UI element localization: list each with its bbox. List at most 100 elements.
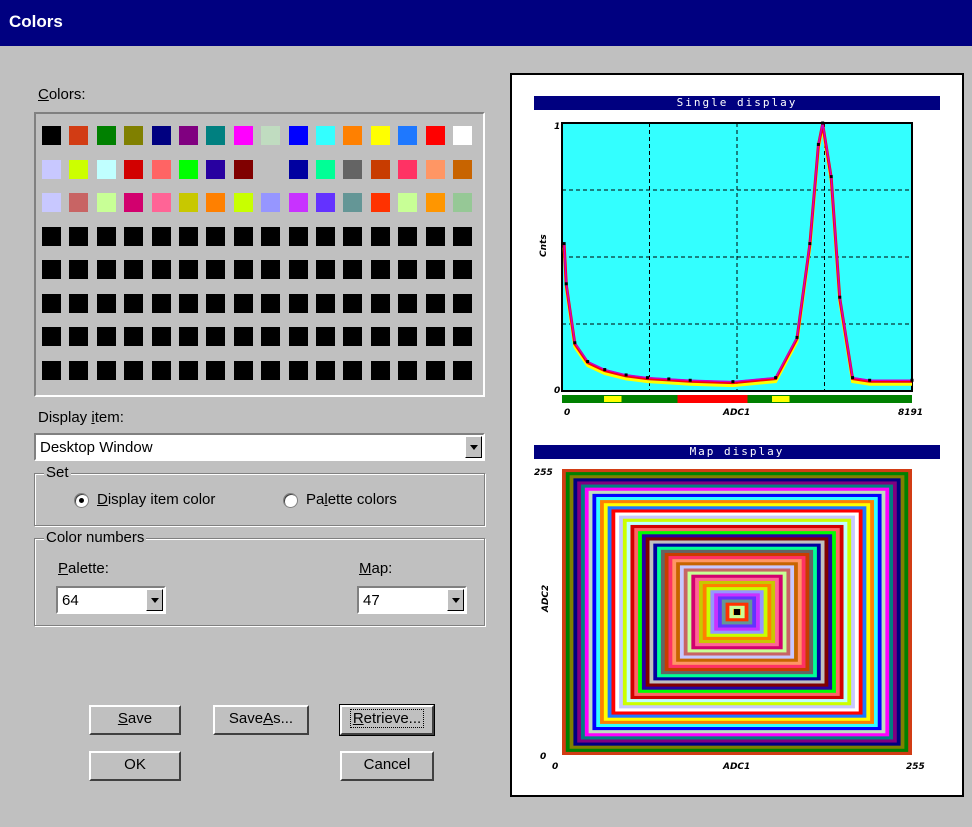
color-swatch[interactable] (233, 260, 253, 279)
color-swatch[interactable] (425, 260, 445, 279)
color-swatch[interactable] (453, 159, 472, 179)
color-swatch[interactable] (151, 193, 171, 212)
color-swatch[interactable] (69, 293, 89, 313)
color-swatch[interactable] (179, 159, 198, 179)
palette-colors-radio[interactable] (283, 493, 298, 508)
color-swatch[interactable] (69, 159, 89, 179)
color-swatch[interactable] (453, 327, 472, 346)
color-swatch[interactable] (96, 126, 116, 145)
color-swatch[interactable] (343, 193, 363, 212)
color-swatch[interactable] (316, 226, 335, 246)
color-swatch[interactable] (179, 327, 198, 346)
chevron-down-icon[interactable] (447, 589, 464, 611)
color-swatch[interactable] (42, 293, 61, 313)
color-swatch[interactable] (343, 360, 363, 380)
retrieve-button[interactable]: Retrieve... (339, 704, 435, 736)
color-swatch[interactable] (370, 327, 390, 346)
color-swatch[interactable] (316, 327, 335, 346)
color-swatch[interactable] (42, 260, 61, 279)
color-swatch[interactable] (96, 193, 116, 212)
color-swatch[interactable] (425, 193, 445, 212)
color-swatch[interactable] (179, 360, 198, 380)
color-swatch[interactable] (288, 327, 308, 346)
color-swatch[interactable] (343, 327, 363, 346)
color-swatch[interactable] (425, 126, 445, 145)
color-swatch[interactable] (69, 226, 89, 246)
color-swatch[interactable] (124, 260, 144, 279)
color-swatch[interactable] (124, 226, 144, 246)
color-swatch[interactable] (288, 260, 308, 279)
color-swatch[interactable] (233, 226, 253, 246)
color-swatch[interactable] (42, 193, 61, 212)
color-swatch[interactable] (206, 126, 226, 145)
color-palette-grid[interactable] (34, 112, 485, 397)
color-swatch[interactable] (261, 260, 281, 279)
color-swatch[interactable] (124, 360, 144, 380)
color-swatch[interactable] (42, 126, 61, 145)
color-swatch[interactable] (124, 193, 144, 212)
color-swatch[interactable] (124, 159, 144, 179)
color-swatch[interactable] (151, 226, 171, 246)
color-swatch[interactable] (69, 360, 89, 380)
display-item-color-label[interactable]: Display item color (97, 491, 215, 508)
color-swatch[interactable] (124, 126, 144, 145)
color-swatch[interactable] (69, 327, 89, 346)
color-swatch[interactable] (151, 293, 171, 313)
color-swatch[interactable] (316, 193, 335, 212)
color-swatch[interactable] (453, 126, 472, 145)
color-swatch[interactable] (233, 193, 253, 212)
color-swatch[interactable] (206, 260, 226, 279)
color-swatch[interactable] (288, 226, 308, 246)
color-swatch[interactable] (343, 293, 363, 313)
color-swatch[interactable] (42, 226, 61, 246)
color-swatch[interactable] (261, 327, 281, 346)
display-item-select[interactable]: Desktop Window (34, 433, 485, 461)
color-swatch[interactable] (69, 126, 89, 145)
color-swatch[interactable] (124, 327, 144, 346)
color-swatch[interactable] (96, 360, 116, 380)
color-swatch[interactable] (206, 159, 226, 179)
color-swatch[interactable] (398, 327, 418, 346)
color-swatch[interactable] (233, 327, 253, 346)
color-swatch[interactable] (206, 226, 226, 246)
color-swatch[interactable] (288, 193, 308, 212)
cancel-button[interactable]: Cancel (340, 751, 434, 781)
color-swatch[interactable] (151, 260, 171, 279)
color-swatch[interactable] (370, 360, 390, 380)
color-swatch[interactable] (343, 260, 363, 279)
color-swatch[interactable] (288, 293, 308, 313)
color-swatch[interactable] (370, 260, 390, 279)
color-swatch[interactable] (233, 159, 253, 179)
color-swatch[interactable] (261, 159, 281, 179)
color-swatch[interactable] (179, 293, 198, 313)
color-swatch[interactable] (398, 159, 418, 179)
color-swatch[interactable] (96, 159, 116, 179)
color-swatch[interactable] (453, 193, 472, 212)
color-swatch[interactable] (179, 193, 198, 212)
color-swatch[interactable] (206, 327, 226, 346)
color-swatch[interactable] (261, 226, 281, 246)
color-swatch[interactable] (398, 126, 418, 145)
palette-colors-label[interactable]: Palette colors (306, 491, 397, 508)
color-swatch[interactable] (179, 226, 198, 246)
color-swatch[interactable] (398, 293, 418, 313)
color-swatch[interactable] (453, 260, 472, 279)
color-swatch[interactable] (398, 260, 418, 279)
palette-number-select[interactable]: 64 (56, 586, 166, 614)
color-swatch[interactable] (453, 293, 472, 313)
color-swatch[interactable] (370, 159, 390, 179)
save-as-button[interactable]: SaveAs... (213, 705, 309, 735)
color-swatch[interactable] (124, 293, 144, 313)
color-swatch[interactable] (316, 293, 335, 313)
color-swatch[interactable] (425, 293, 445, 313)
color-swatch[interactable] (343, 226, 363, 246)
color-swatch[interactable] (316, 260, 335, 279)
color-swatch[interactable] (42, 360, 61, 380)
color-swatch[interactable] (179, 260, 198, 279)
color-swatch[interactable] (96, 293, 116, 313)
color-swatch[interactable] (316, 159, 335, 179)
color-swatch[interactable] (206, 293, 226, 313)
ok-button[interactable]: OK (89, 751, 181, 781)
color-swatch[interactable] (370, 293, 390, 313)
color-swatch[interactable] (261, 193, 281, 212)
